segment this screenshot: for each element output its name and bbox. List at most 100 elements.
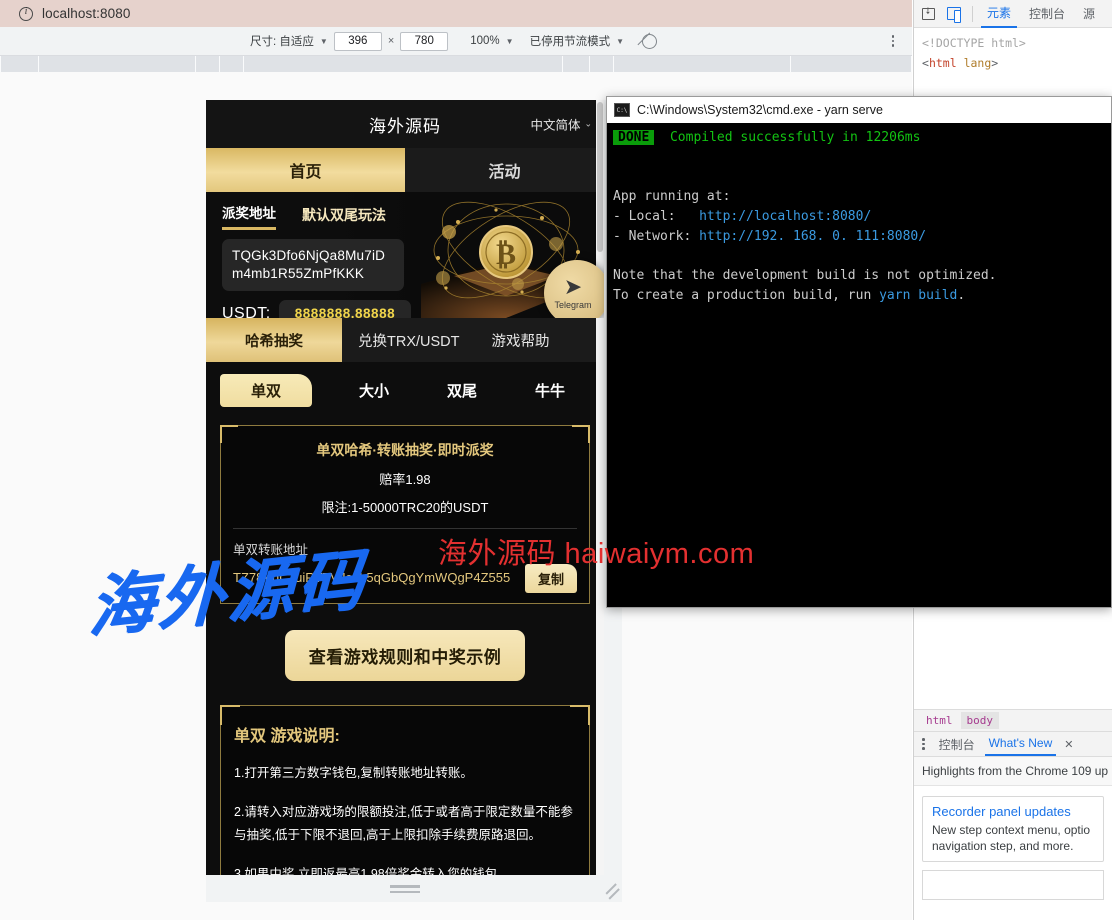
whats-new-card-body: New step context menu, optio navigation …: [932, 823, 1091, 854]
whats-new-card-partial[interactable]: [922, 870, 1104, 901]
toggle-device-toolbar-icon[interactable]: [944, 4, 964, 24]
divider: [972, 5, 973, 22]
view-rules-button[interactable]: 查看游戏规则和中奖示例: [284, 630, 526, 681]
cmd-note-suffix: .: [957, 288, 966, 303]
explanation-item: 2.请转入对应游戏场的限额投注,低于或者高于限定数量不能参与抽奖,低于下限不退回…: [234, 805, 573, 843]
emulated-viewport: 海外源码 中文简体 ⌄ 首页 活动 ₿ 派奖地址 默认双尾玩法 TQGk3Dfo…: [206, 100, 604, 875]
throttling-selector[interactable]: 已停用节流模式 ▼: [530, 33, 624, 49]
cmd-local-label: - Local:: [613, 209, 700, 224]
game-explanation-panel: 单双 游戏说明: 1.打开第三方数字钱包,复制转账地址转账。 2.请转入对应游戏…: [220, 705, 590, 875]
svg-text:₿: ₿: [496, 238, 516, 271]
chevron-down-icon: ▼: [616, 36, 625, 46]
game-panel-title: 单双哈希·转账抽奖·即时派奖: [316, 442, 494, 458]
telegram-label: Telegram: [554, 300, 592, 310]
cmd-local-url[interactable]: http://localhost:8080/: [699, 209, 871, 224]
drawer-tab-whats-new[interactable]: What's New: [984, 732, 1057, 757]
panel-divider: [233, 528, 577, 529]
viewport-width-input[interactable]: 396: [333, 31, 382, 51]
cmd-compiled-text: Compiled successfully in 12206ms: [669, 130, 921, 145]
telegram-float-button[interactable]: ➤ Telegram: [544, 260, 604, 318]
browser-omnibox-strip: localhost:8080: [0, 0, 912, 27]
game-tab-big-small[interactable]: 大小: [330, 380, 418, 401]
tree-html-node[interactable]: <html lang>: [922, 54, 1104, 74]
transfer-address-value[interactable]: TZ78VhCJuiRTTVJcoL5qGbQgYmWQgP4Z555: [233, 570, 510, 587]
no-throttling-icon[interactable]: [642, 33, 658, 49]
whats-new-card-title[interactable]: Recorder panel updates: [932, 804, 1094, 819]
tab-default-mode[interactable]: 默认双尾玩法: [302, 205, 386, 230]
devtools-drawer-tabbar: 控制台 What's New ✕: [914, 731, 1112, 758]
cmd-network-label: - Network:: [613, 228, 700, 244]
app-header: 海外源码 中文简体 ⌄: [206, 100, 604, 148]
section-tab-exchange[interactable]: 兑换TRX/USDT: [342, 318, 476, 362]
close-icon[interactable]: ✕: [1064, 738, 1073, 751]
viewport-height-input[interactable]: 780: [400, 31, 449, 51]
hero-banner: ₿ 派奖地址 默认双尾玩法 TQGk3Dfo6NjQa8Mu7iDm4mb1R5…: [206, 192, 604, 318]
usdt-balance-value: 8888888.88888: [278, 300, 412, 318]
more-tools-icon[interactable]: [918, 738, 929, 750]
cmd-note-prefix: To create a production build, run: [613, 288, 880, 303]
cmd-titlebar[interactable]: C:\ C:\Windows\System32\cmd.exe - yarn s…: [607, 97, 1111, 123]
language-label: 中文简体: [530, 118, 581, 133]
zoom-selector[interactable]: 100% ▼: [470, 35, 513, 47]
drawer-tab-console[interactable]: 控制台: [935, 732, 979, 757]
language-switcher[interactable]: 中文简体 ⌄: [530, 115, 592, 134]
whats-new-card[interactable]: Recorder panel updates New step context …: [922, 796, 1104, 863]
screenshot-root: localhost:8080 尺寸: 自适应 ▼ 396 × 780 100% …: [0, 0, 1112, 920]
app-title: 海外源码: [369, 116, 441, 136]
game-tab-odd-even[interactable]: 单双: [220, 374, 312, 407]
device-resize-handle[interactable]: [206, 876, 604, 902]
game-info-panel: 单双哈希·转账抽奖·即时派奖 赔率1.98 限注:1-50000TRC20的US…: [220, 425, 590, 604]
viewport-ruler[interactable]: [0, 56, 912, 72]
more-options-icon[interactable]: [886, 33, 900, 49]
game-tabbar: 单双 大小 双尾 牛牛: [206, 362, 604, 413]
attribute-name: lang: [963, 55, 992, 70]
tab-home[interactable]: 首页: [206, 148, 405, 192]
tag-open-bracket: <: [922, 55, 929, 70]
breadcrumb-item-body[interactable]: body: [960, 712, 999, 730]
devtools-tab-elements[interactable]: 元素: [981, 0, 1018, 28]
chevron-down-icon: ⌄: [584, 118, 592, 129]
breadcrumb: html body: [914, 709, 1112, 732]
cmd-note-line-2: To create a production build, run yarn b…: [613, 286, 1105, 306]
cmd-note-line-1: Note that the development build is not o…: [613, 268, 997, 284]
paper-plane-icon: ➤: [563, 274, 583, 299]
copy-address-button[interactable]: 复制: [524, 564, 577, 593]
devtools-tab-console[interactable]: 控制台: [1023, 0, 1071, 27]
tab-activity[interactable]: 活动: [405, 148, 604, 192]
info-circle-icon[interactable]: [19, 6, 33, 21]
inspect-element-icon[interactable]: [918, 4, 938, 24]
devtools-tabbar: 元素 控制台 源: [914, 0, 1112, 28]
viewport-scrollbar[interactable]: [596, 100, 604, 875]
transfer-address-label: 单双转账地址: [233, 543, 309, 557]
section-tab-help[interactable]: 游戏帮助: [476, 318, 566, 362]
payout-address-block: 派奖地址 默认双尾玩法 TQGk3Dfo6NjQa8Mu7iDm4mb1R55Z…: [222, 202, 412, 318]
cmd-terminal-window[interactable]: C:\ C:\Windows\System32\cmd.exe - yarn s…: [606, 96, 1112, 608]
breadcrumb-item-html[interactable]: html: [920, 712, 959, 729]
section-tabbar: 哈希抽奖 兑换TRX/USDT 游戏帮助: [206, 318, 604, 362]
section-tab-hash-lottery[interactable]: 哈希抽奖: [206, 318, 342, 362]
explanation-item: 3.如果中奖,立即返最高1.98倍奖金转入您的钱包。: [234, 867, 510, 875]
elements-tree[interactable]: <!DOCTYPE html> <html lang>: [914, 28, 1112, 79]
dimension-separator: ×: [387, 35, 395, 47]
rules-button-wrap: 查看游戏规则和中奖示例: [206, 630, 604, 681]
device-size-label: 尺寸: 自适应: [250, 36, 314, 48]
game-tab-double-tail[interactable]: 双尾: [418, 380, 506, 401]
address-bar-url: localhost:8080: [42, 6, 131, 21]
done-badge: DONE: [613, 130, 655, 145]
cmd-console-icon: C:\: [614, 103, 630, 117]
cmd-done-line: DONE Compiled successfully in 12206ms: [613, 128, 1105, 148]
zoom-label: 100%: [470, 35, 500, 47]
device-size-selector[interactable]: 尺寸: 自适应 ▼: [250, 33, 328, 49]
payout-address-value[interactable]: TQGk3Dfo6NjQa8Mu7iDm4mb1R55ZmPfKKK: [222, 239, 404, 292]
cmd-output: DONE Compiled successfully in 12206ms Ap…: [607, 123, 1111, 311]
device-corner-resize-grip[interactable]: [604, 876, 622, 902]
handle-grip-icon: [390, 885, 420, 893]
devtools-tab-sources[interactable]: 源: [1077, 0, 1101, 27]
game-tab-niuniu[interactable]: 牛牛: [506, 380, 594, 401]
tab-payout-address[interactable]: 派奖地址: [222, 202, 276, 230]
cmd-network-url[interactable]: http://192. 168. 0. 111:8080/: [699, 229, 926, 244]
cmd-local-line: - Local: http://localhost:8080/: [613, 207, 1105, 227]
tag-close-bracket: >: [991, 55, 999, 70]
usdt-label: USDT:: [222, 304, 271, 318]
address-bar[interactable]: localhost:8080: [8, 2, 898, 25]
